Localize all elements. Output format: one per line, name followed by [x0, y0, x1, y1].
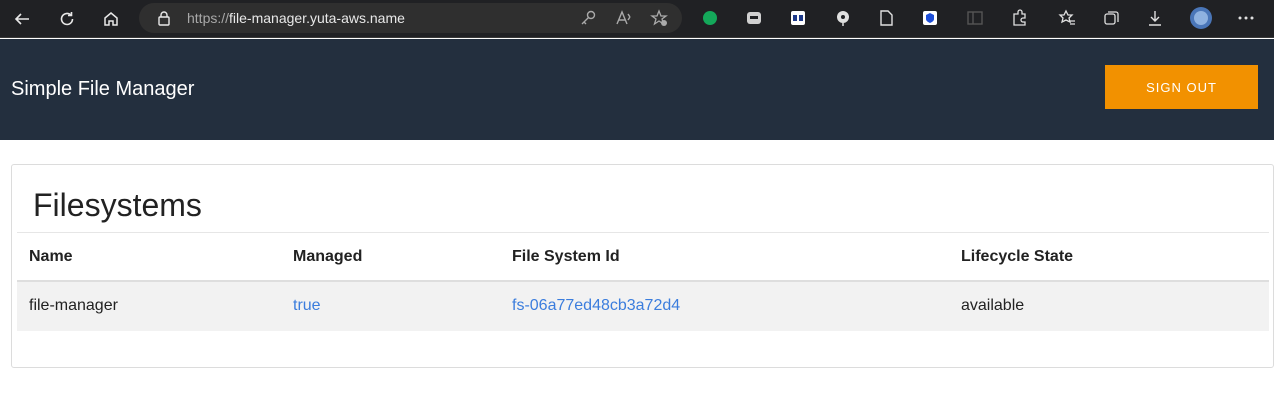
url-host: file-manager.yuta-aws.name [229, 10, 405, 26]
filesystems-card: Filesystems Name Managed File System Id … [11, 164, 1274, 368]
column-header-name: Name [29, 248, 73, 265]
evernote-extension-icon[interactable] [700, 8, 720, 28]
key-icon[interactable] [579, 9, 597, 27]
refresh-icon[interactable] [53, 5, 81, 33]
sidebar-extension-icon[interactable] [965, 8, 985, 28]
table-header: Name Managed File System Id Lifecycle St… [17, 232, 1269, 282]
downloads-icon[interactable] [1145, 8, 1165, 28]
column-header-file-system-id: File System Id [512, 248, 620, 265]
extensions-icon[interactable] [1009, 8, 1029, 28]
address-bar[interactable]: https://file-manager.yuta-aws.name [139, 3, 682, 33]
shield-extension-icon[interactable] [920, 8, 940, 28]
home-icon[interactable] [97, 5, 125, 33]
column-header-lifecycle-state: Lifecycle State [961, 248, 1074, 265]
cell-name: file-manager [29, 297, 118, 314]
lock-icon [158, 11, 170, 26]
remote-extension-icon[interactable] [788, 8, 808, 28]
app-header: Simple File Manager SIGN OUT [0, 39, 1274, 140]
url-scheme: https:// [187, 10, 230, 26]
cell-file-system-id-link[interactable]: fs-06a77ed48cb3a72d4 [512, 297, 680, 315]
cell-lifecycle-state: available [961, 297, 1025, 314]
app-title: Simple File Manager [11, 78, 195, 100]
add-favorite-icon[interactable] [650, 9, 668, 27]
more-icon[interactable] [1236, 8, 1256, 28]
back-icon[interactable] [8, 5, 36, 33]
table-row: file-manager true fs-06a77ed48cb3a72d4 a… [17, 282, 1269, 331]
section-title: Filesystems [33, 187, 202, 223]
filesystems-table: Name Managed File System Id Lifecycle St… [17, 232, 1269, 331]
column-header-managed: Managed [293, 248, 363, 265]
favorites-icon[interactable] [1057, 8, 1077, 28]
chat-extension-icon[interactable] [744, 8, 764, 28]
browser-toolbar: https://file-manager.yuta-aws.name [0, 0, 1274, 38]
sign-out-button[interactable]: SIGN OUT [1105, 65, 1258, 109]
url-text: https://file-manager.yuta-aws.name [187, 10, 405, 26]
collections-icon[interactable] [1101, 8, 1121, 28]
bug-extension-icon[interactable] [833, 8, 853, 28]
profile-avatar[interactable] [1189, 6, 1213, 30]
page-extension-icon[interactable] [876, 8, 896, 28]
read-aloud-icon[interactable] [615, 9, 633, 27]
cell-managed-link[interactable]: true [293, 297, 321, 315]
